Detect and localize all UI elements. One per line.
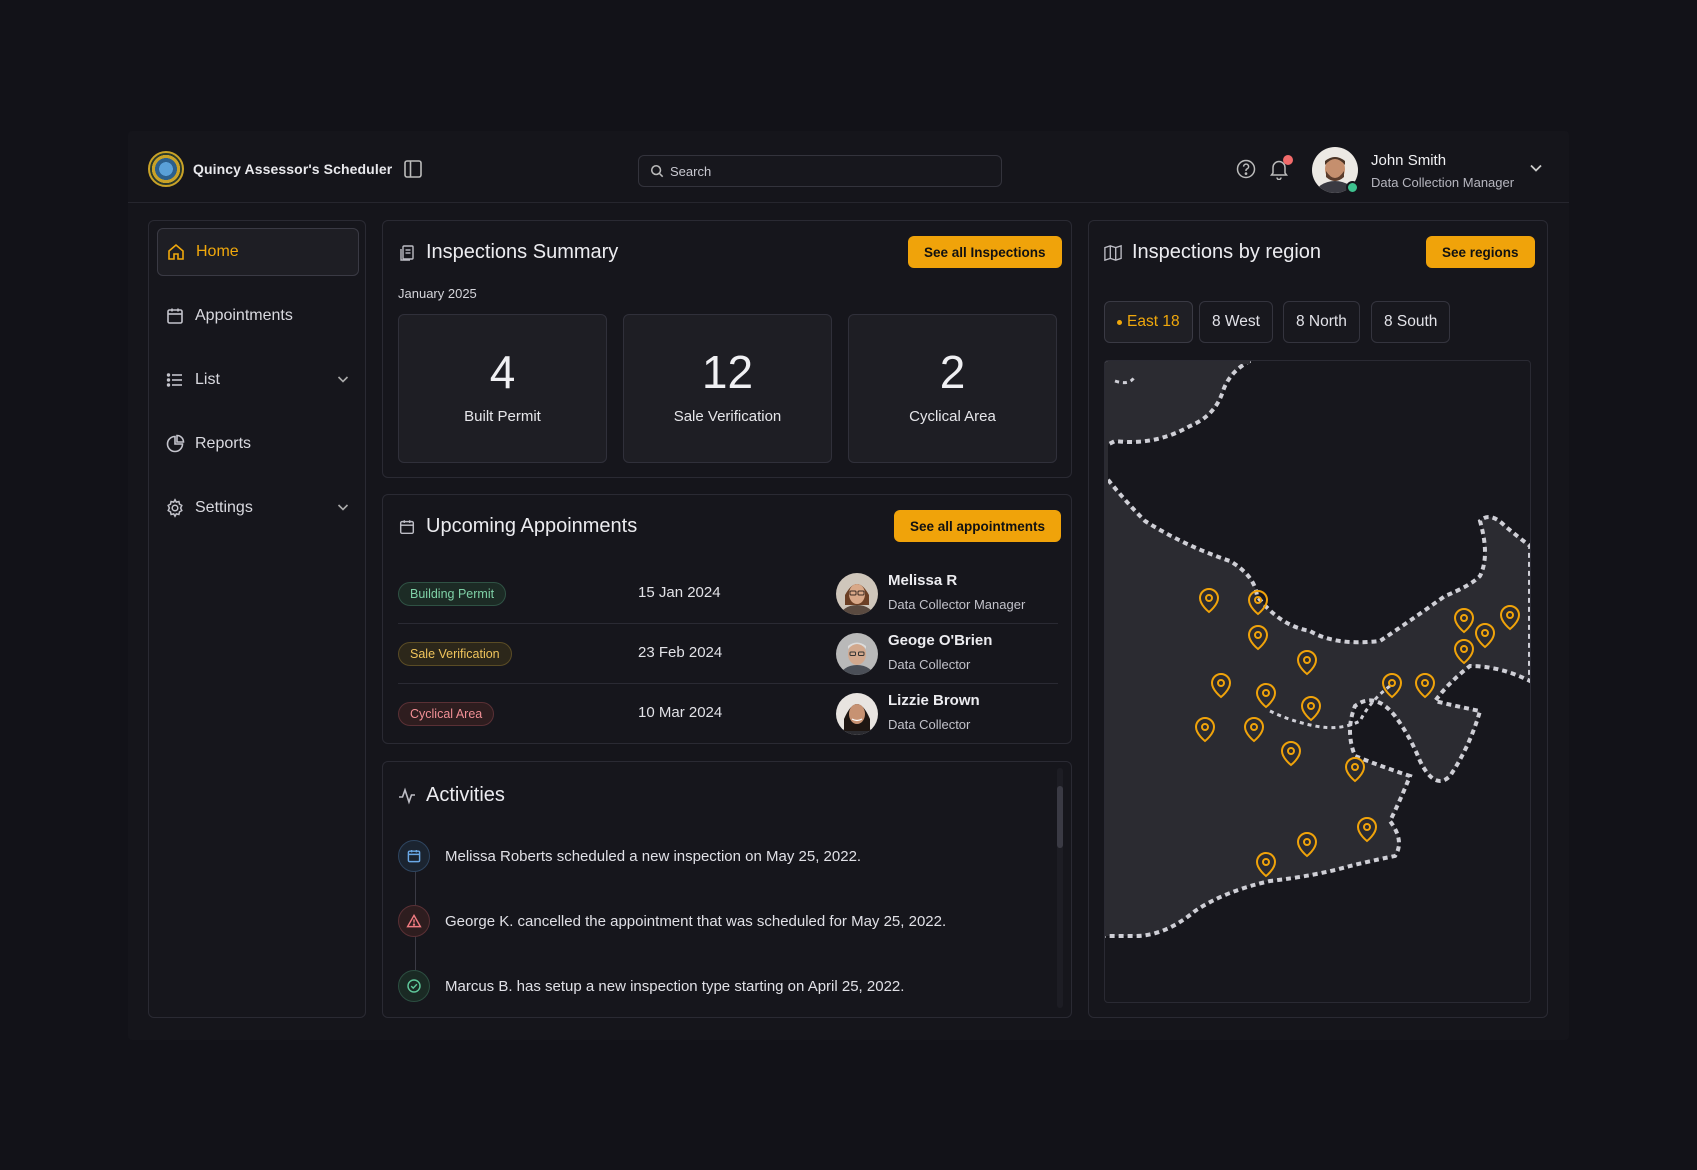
see-regions-button[interactable]: See regions (1426, 236, 1535, 268)
app-name: Quincy Assessor's Scheduler (193, 161, 393, 177)
list-icon (165, 370, 185, 390)
sidebar-item-label: List (195, 371, 220, 388)
calendar-icon (165, 306, 185, 326)
home-icon (166, 242, 186, 262)
pie-chart-icon (165, 434, 185, 454)
activities-panel: Activities Melissa Roberts scheduled a n… (382, 761, 1072, 1018)
sidebar-item-label: Home (196, 243, 239, 260)
type-badge: Cyclical Area (398, 702, 495, 726)
tab-east[interactable]: East 18 (1104, 301, 1193, 343)
city-seal-logo (148, 151, 184, 187)
region-map[interactable] (1104, 360, 1531, 1003)
app-window: Quincy Assessor's Scheduler Search John … (128, 131, 1569, 1040)
person-name: Geoge O'Brien (888, 632, 993, 649)
person-name: Melissa R (888, 572, 958, 589)
sidebar-item-label: Settings (195, 499, 253, 516)
inspections-summary-panel: Inspections Summary See all Inspections … (382, 220, 1072, 478)
panel-title: Upcoming Appoinments (398, 515, 637, 538)
map-icon (1104, 244, 1122, 262)
see-all-inspections-button[interactable]: See all Inspections (908, 236, 1062, 268)
activity-text: George K. cancelled the appointment that… (445, 912, 947, 930)
person-role: Data Collector (888, 657, 971, 672)
stat-value: 4 (489, 346, 516, 398)
appointment-date: 15 Jan 2024 (638, 584, 721, 601)
sidebar-toggle-icon[interactable] (403, 159, 423, 179)
chevron-down-icon[interactable] (335, 371, 351, 387)
calendar-icon (398, 518, 416, 536)
panel-title: Inspections by region (1104, 241, 1321, 264)
user-role: Data Collection Manager (1371, 175, 1515, 190)
document-copy-icon (398, 244, 416, 262)
sidebar-nav: Home Appointments List Reports Settings (148, 220, 366, 1018)
sidebar-item-appointments[interactable]: Appointments (157, 292, 359, 340)
user-name: John Smith (1371, 152, 1447, 169)
person-role: Data Collector (888, 717, 971, 732)
sidebar-item-label: Appointments (195, 307, 293, 324)
avatar (836, 693, 878, 735)
online-status-badge (1346, 181, 1359, 194)
map-canvas[interactable] (1105, 361, 1531, 1003)
summary-month: January 2025 (398, 286, 477, 301)
help-icon[interactable] (1236, 159, 1256, 179)
tab-south[interactable]: 8 South (1371, 301, 1451, 343)
top-bar: Quincy Assessor's Scheduler Search John … (128, 131, 1569, 203)
tab-west[interactable]: 8 West (1199, 301, 1273, 343)
list-item[interactable]: Melissa Roberts scheduled a new inspecti… (398, 840, 861, 872)
stat-card-sale-verification[interactable]: 12 Sale Verification (623, 314, 832, 463)
type-badge: Sale Verification (398, 642, 512, 666)
panel-title: Activities (398, 784, 505, 807)
sidebar-item-label: Reports (195, 435, 252, 452)
table-row[interactable]: Cyclical Area 10 Mar 2024 Lizzie Brown D… (398, 684, 1058, 744)
activity-text: Marcus B. has setup a new inspection typ… (445, 977, 905, 995)
avatar (836, 633, 878, 675)
search-box[interactable] (638, 155, 1002, 187)
sidebar-item-reports[interactable]: Reports (157, 420, 359, 468)
chevron-down-icon[interactable] (1527, 159, 1545, 177)
check-circle-icon (398, 970, 430, 1002)
calendar-icon (398, 840, 430, 872)
chevron-down-icon[interactable] (335, 499, 351, 515)
tab-north[interactable]: 8 North (1283, 301, 1360, 343)
inspections-by-region-panel: Inspections by region See regions East 1… (1088, 220, 1548, 1018)
person-role: Data Collector Manager (888, 597, 1026, 612)
scrollbar-thumb[interactable] (1057, 786, 1063, 848)
brand[interactable]: Quincy Assessor's Scheduler (148, 151, 423, 187)
stat-card-cyclical-area[interactable]: 2 Cyclical Area (848, 314, 1057, 463)
activity-pulse-icon (398, 787, 416, 805)
stat-value: 12 (701, 346, 754, 398)
upcoming-appointments-panel: Upcoming Appoinments See all appointment… (382, 494, 1072, 744)
table-row[interactable]: Building Permit 15 Jan 2024 Melissa R Da… (398, 564, 1058, 624)
search-icon (650, 164, 664, 178)
stat-label: Cyclical Area (909, 408, 996, 425)
activity-text: Melissa Roberts scheduled a new inspecti… (445, 847, 862, 865)
sidebar-item-home[interactable]: Home (157, 228, 359, 276)
list-item[interactable]: George K. cancelled the appointment that… (398, 905, 946, 937)
stat-label: Built Permit (464, 408, 541, 425)
panel-title: Inspections Summary (398, 241, 618, 264)
search-input[interactable] (670, 163, 990, 179)
stat-value: 2 (939, 346, 966, 398)
appointment-date: 10 Mar 2024 (638, 704, 723, 721)
table-row[interactable]: Sale Verification 23 Feb 2024 Geoge O'Br… (398, 624, 1058, 684)
see-all-appointments-button[interactable]: See all appointments (894, 510, 1062, 542)
warning-icon (398, 905, 430, 937)
type-badge: Building Permit (398, 582, 507, 606)
sidebar-item-list[interactable]: List (157, 356, 359, 404)
list-item[interactable]: Marcus B. has setup a new inspection typ… (398, 970, 904, 1002)
appointment-date: 23 Feb 2024 (638, 644, 723, 661)
stat-label: Sale Verification (673, 408, 782, 425)
avatar (836, 573, 878, 615)
stat-card-built-permit[interactable]: 4 Built Permit (398, 314, 607, 463)
notification-dot (1283, 155, 1293, 165)
person-name: Lizzie Brown (888, 692, 980, 709)
gear-icon (165, 498, 185, 518)
sidebar-item-settings[interactable]: Settings (157, 484, 359, 532)
